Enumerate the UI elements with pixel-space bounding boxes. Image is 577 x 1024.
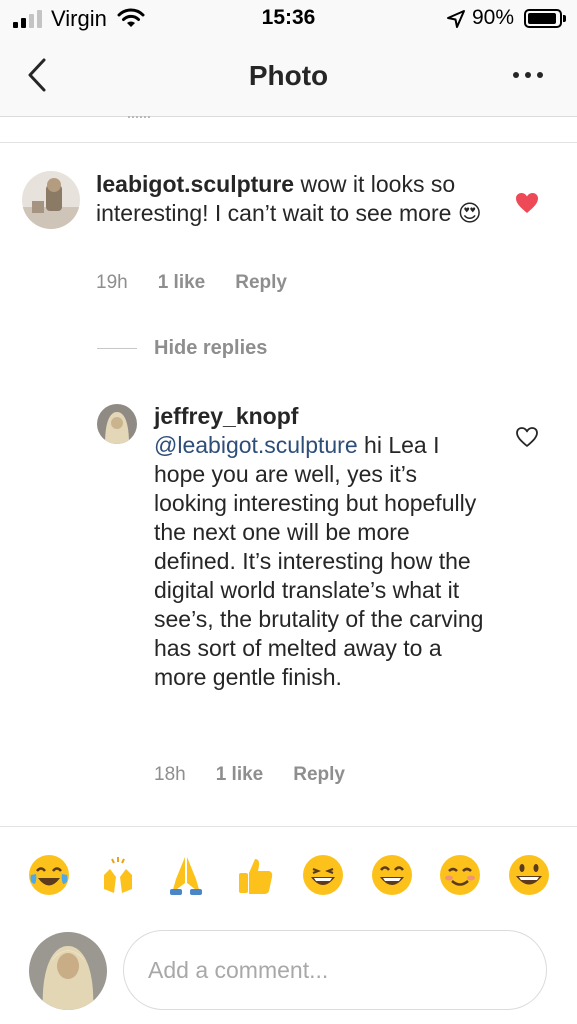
comment-meta: 19h 1 like Reply: [96, 272, 287, 294]
reply-button[interactable]: Reply: [235, 272, 287, 294]
folded-hands-icon[interactable]: [161, 850, 211, 900]
comment-username[interactable]: leabigot.sculpture: [96, 171, 294, 197]
hide-replies-button[interactable]: Hide replies: [154, 337, 267, 360]
thumbs-up-icon[interactable]: [230, 850, 280, 900]
reply-time: 18h: [154, 764, 186, 785]
quick-emoji-bar: [24, 850, 554, 900]
cropped-text-fragment: [128, 110, 150, 118]
emoji-laugh-cry-icon[interactable]: [24, 850, 74, 900]
reply-avatar[interactable]: [97, 404, 137, 444]
divider: [0, 826, 577, 827]
reply-meta: 18h 1 like Reply: [154, 764, 345, 786]
grinning-squint-icon[interactable]: [298, 850, 348, 900]
comment-likes[interactable]: 1 like: [158, 272, 206, 294]
heart-filled-icon[interactable]: [515, 192, 539, 214]
reply-button[interactable]: Reply: [293, 764, 345, 786]
page-title: Photo: [248, 60, 329, 91]
avatar[interactable]: [22, 171, 80, 229]
battery-icon: [524, 9, 562, 28]
status-bar: Virgin 15:36 90%: [0, 0, 577, 40]
nav-bar: Photo: [0, 40, 577, 117]
grinning-face-icon[interactable]: [504, 850, 554, 900]
heart-eyes-emoji: 😍: [457, 200, 482, 226]
comment-text: leabigot.sculpture wow it looks so inter…: [96, 170, 491, 228]
smiling-blush-icon[interactable]: [435, 850, 485, 900]
comment-time: 19h: [96, 272, 128, 293]
comment-input[interactable]: [123, 930, 547, 1010]
reply-body: hi Lea I hope you are well, yes it’s loo…: [154, 432, 484, 690]
reply-likes[interactable]: 1 like: [216, 764, 264, 786]
reply-username[interactable]: jeffrey_knopf: [154, 403, 298, 429]
grinning-smile-icon[interactable]: [367, 850, 417, 900]
raised-hands-icon[interactable]: [93, 850, 143, 900]
more-options-icon[interactable]: [508, 65, 548, 85]
hide-replies-line: [97, 348, 137, 349]
reply-text: jeffrey_knopf @leabigot.sculpture hi Lea …: [154, 402, 489, 692]
reply-mention[interactable]: @leabigot.sculpture: [154, 432, 358, 458]
current-user-avatar: [29, 932, 107, 1010]
battery-percent: 90%: [472, 6, 515, 29]
heart-outline-icon[interactable]: [515, 426, 539, 448]
battery-cap: [563, 15, 566, 22]
divider: [0, 142, 577, 143]
location-arrow-icon: [447, 10, 465, 28]
